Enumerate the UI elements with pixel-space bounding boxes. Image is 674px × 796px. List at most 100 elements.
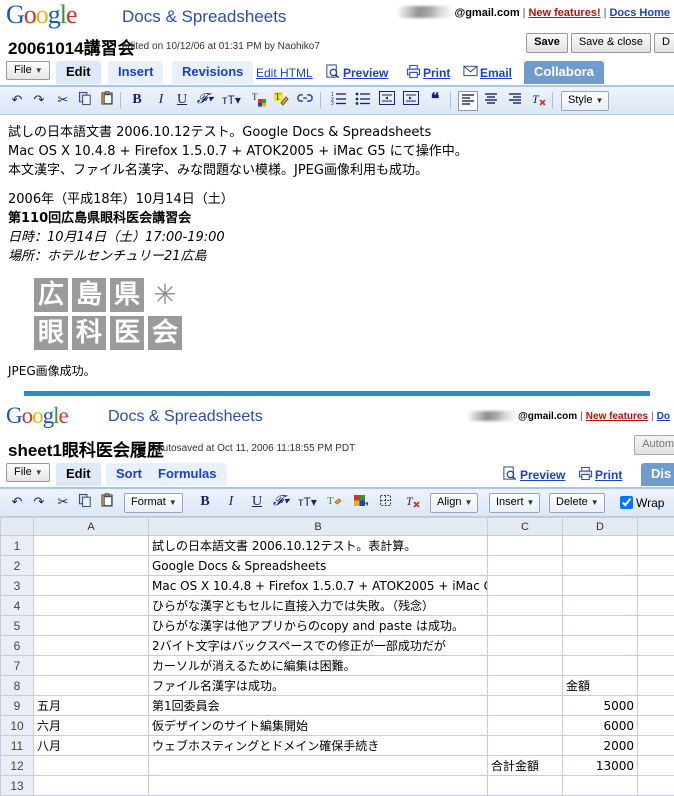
cell-d[interactable]: 2000: [563, 736, 638, 756]
row-number[interactable]: 13: [1, 776, 34, 796]
quote-icon[interactable]: ❝: [426, 91, 444, 109]
column-header-e[interactable]: [638, 518, 674, 536]
cell-e[interactable]: [638, 696, 674, 716]
insert-dropdown[interactable]: Insert▼: [489, 493, 540, 513]
row-number[interactable]: 5: [1, 616, 34, 636]
cell-a[interactable]: 八月: [34, 736, 149, 756]
redo-icon-2[interactable]: ↷: [30, 493, 48, 511]
table-row[interactable]: 8ファイル名漢字は成功。金額: [1, 676, 674, 696]
cell-c[interactable]: [488, 776, 563, 796]
cell-a[interactable]: [34, 676, 149, 696]
underline-button-2[interactable]: U: [248, 493, 266, 511]
cell-e[interactable]: [638, 616, 674, 636]
save-and-close-button[interactable]: Save & close: [571, 33, 651, 53]
cell-d[interactable]: [563, 536, 638, 556]
outdent-icon[interactable]: [378, 91, 396, 109]
cell-e[interactable]: [638, 676, 674, 696]
highlighter-icon[interactable]: T: [272, 91, 290, 109]
new-features-link[interactable]: New features!: [528, 7, 600, 19]
cell-b[interactable]: ひらがな漢字ともセルに直接入力では失敗。（残念）: [149, 596, 488, 616]
column-header-c[interactable]: C: [488, 518, 563, 536]
cell-d[interactable]: 金額: [563, 676, 638, 696]
edit-html-link[interactable]: Edit HTML: [256, 66, 313, 80]
docs-home-link[interactable]: Docs Home: [609, 7, 670, 19]
cell-e[interactable]: [638, 756, 674, 776]
copy-icon[interactable]: [76, 91, 94, 109]
cell-b[interactable]: Google Docs & Spreadsheets: [149, 556, 488, 576]
undo-icon[interactable]: ↶: [8, 91, 26, 109]
link-icon[interactable]: [296, 91, 314, 109]
cell-c[interactable]: [488, 676, 563, 696]
align-right-icon[interactable]: [506, 91, 524, 109]
cell-c[interactable]: [488, 616, 563, 636]
cell-d[interactable]: 5000: [563, 696, 638, 716]
cell-e[interactable]: [638, 776, 674, 796]
cell-b[interactable]: [149, 776, 488, 796]
text-color-icon[interactable]: T: [326, 493, 344, 511]
font-family-button-2[interactable]: 𝓕▾: [272, 493, 290, 511]
file-menu-button[interactable]: File▼: [6, 61, 50, 80]
font-size-button[interactable]: ᴛT▾: [222, 91, 240, 109]
print-link[interactable]: Print: [423, 66, 450, 80]
preview-link-2[interactable]: Preview: [520, 468, 565, 482]
italic-button-2[interactable]: I: [222, 493, 240, 511]
cell-b[interactable]: 2バイト文字はバックスペースでの修正が一部成功だが: [149, 636, 488, 656]
bold-button[interactable]: B: [128, 91, 146, 109]
align-left-icon[interactable]: [458, 91, 478, 111]
undo-icon-2[interactable]: ↶: [8, 493, 26, 511]
document-body[interactable]: 試しの日本語文書 2006.10.12テスト。Google Docs & Spr…: [0, 115, 674, 381]
cell-a[interactable]: [34, 536, 149, 556]
cell-d[interactable]: 13000: [563, 756, 638, 776]
table-row[interactable]: 2Google Docs & Spreadsheets: [1, 556, 674, 576]
row-number[interactable]: 4: [1, 596, 34, 616]
cell-a[interactable]: 五月: [34, 696, 149, 716]
tab-edit[interactable]: Edit: [56, 61, 101, 84]
cell-d[interactable]: [563, 596, 638, 616]
fill-color-icon[interactable]: [352, 493, 370, 511]
column-header-d[interactable]: D: [563, 518, 638, 536]
cell-e[interactable]: [638, 596, 674, 616]
format-dropdown[interactable]: Format▼: [124, 493, 183, 513]
table-row[interactable]: 5 ひらがな漢字は他アプリからのcopy and paste は成功。: [1, 616, 674, 636]
cell-b[interactable]: [149, 756, 488, 776]
cell-e[interactable]: [638, 716, 674, 736]
table-row[interactable]: 3Mac OS X 10.4.8 + Firefox 1.5.0.7 + ATO…: [1, 576, 674, 596]
table-row[interactable]: 4 ひらがな漢字ともセルに直接入力では失敗。（残念）: [1, 596, 674, 616]
tab-formulas[interactable]: Formulas: [148, 463, 227, 486]
tab-edit-sheet[interactable]: Edit: [56, 463, 101, 486]
cell-e[interactable]: [638, 656, 674, 676]
copy-icon-2[interactable]: [76, 493, 94, 511]
preview-link[interactable]: Preview: [343, 66, 388, 80]
spreadsheet-grid[interactable]: A B C D 1試しの日本語文書 2006.10.12テスト。表計算。 2Go…: [0, 517, 674, 796]
align-center-icon[interactable]: [482, 91, 500, 109]
cell-b[interactable]: 第1回委員会: [149, 696, 488, 716]
table-row[interactable]: 12合計金額13000: [1, 756, 674, 776]
cell-c[interactable]: [488, 556, 563, 576]
text-color-button[interactable]: T: [250, 91, 268, 109]
indent-icon[interactable]: [402, 91, 420, 109]
font-family-button[interactable]: 𝓕▾: [196, 91, 214, 109]
font-size-button-2[interactable]: ᴛT▾: [298, 493, 316, 511]
row-number[interactable]: 12: [1, 756, 34, 776]
docs-home-link-2[interactable]: Do: [657, 411, 670, 422]
table-row[interactable]: 9五月第1回委員会5000: [1, 696, 674, 716]
tab-discuss[interactable]: Dis: [641, 463, 674, 486]
tab-insert[interactable]: Insert: [108, 61, 163, 84]
cell-c[interactable]: [488, 716, 563, 736]
table-row[interactable]: 1試しの日本語文書 2006.10.12テスト。表計算。: [1, 536, 674, 556]
row-number[interactable]: 6: [1, 636, 34, 656]
row-number[interactable]: 11: [1, 736, 34, 756]
cell-b[interactable]: 仮デザインのサイト編集開始: [149, 716, 488, 736]
paste-icon[interactable]: [98, 91, 116, 109]
cell-e[interactable]: [638, 576, 674, 596]
cell-c[interactable]: [488, 536, 563, 556]
cell-b[interactable]: Mac OS X 10.4.8 + Firefox 1.5.0.7 + ATOK…: [149, 576, 488, 596]
cell-a[interactable]: [34, 576, 149, 596]
cell-a[interactable]: [34, 636, 149, 656]
cell-a[interactable]: [34, 776, 149, 796]
cell-d[interactable]: [563, 636, 638, 656]
cell-b[interactable]: ひらがな漢字は他アプリからのcopy and paste は成功。: [149, 616, 488, 636]
save-button[interactable]: Save: [526, 33, 568, 53]
column-header-b[interactable]: B: [149, 518, 488, 536]
cell-d[interactable]: [563, 776, 638, 796]
